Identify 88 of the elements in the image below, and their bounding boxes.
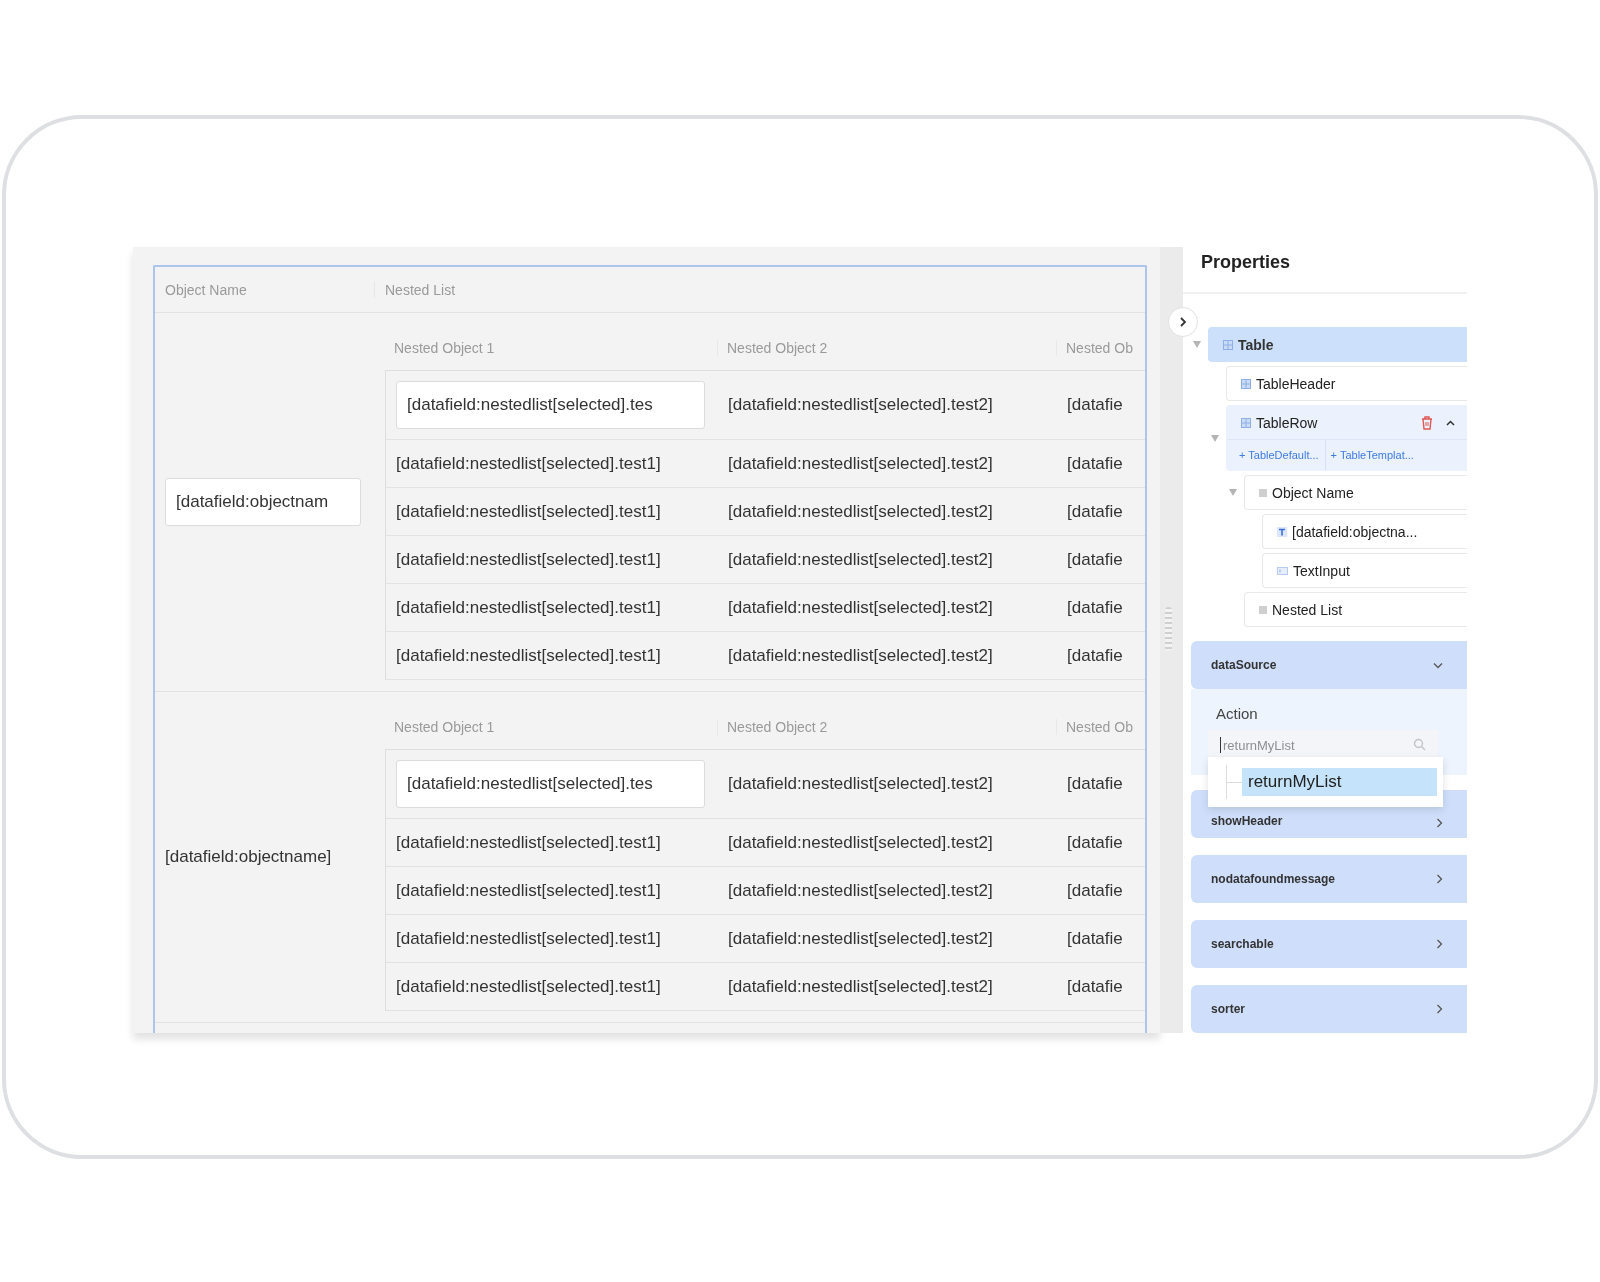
table-cell: [datafie	[1067, 880, 1123, 900]
tree-item-label: Object Name	[1272, 484, 1354, 501]
column-header: Nested Ob	[1056, 339, 1140, 356]
table-cell: [datafie	[1067, 976, 1123, 996]
column-header: Nested List	[384, 281, 456, 298]
panel-title: Properties	[1183, 247, 1467, 294]
table-cell: [datafield:nestedlist[selected].test2]	[728, 774, 993, 793]
column-header: Nested Object 2	[717, 339, 1056, 356]
chevron-right-icon	[1436, 874, 1443, 884]
table-cell: [datafield:nestedlist[selected].test2]	[728, 976, 993, 996]
add-slot-link[interactable]: + TableDefault...	[1227, 449, 1325, 461]
section-header[interactable]: dataSource	[1191, 641, 1467, 689]
table-cell: [datafield:nestedlist[selected].test2]	[728, 597, 993, 617]
tree-item[interactable]: TextInput	[1262, 553, 1467, 588]
caret-up-icon[interactable]	[1446, 419, 1455, 426]
table-cell: [datafield:nestedlist[selected].test1]	[396, 880, 661, 900]
tree-item[interactable]: [datafield:objectna...	[1262, 514, 1467, 549]
table-cell: [datafie	[1067, 928, 1123, 948]
table-cell: [datafie	[1067, 645, 1123, 665]
table-cell: [datafield:nestedlist[selected].test2]	[728, 832, 993, 852]
table-cell: [datafield:nestedlist[selected].test1]	[396, 645, 661, 665]
tree-item[interactable]: TableRow + TableDefault... + TableTemplat...	[1226, 405, 1467, 471]
table-cell: [datafield:nestedlist[selected].test2]	[728, 549, 993, 569]
expand-triangle-icon[interactable]	[1229, 489, 1237, 496]
tree-item[interactable]: Table	[1208, 327, 1467, 362]
table-cell: [datafield:nestedlist[selected].test2]	[728, 395, 993, 414]
section-header[interactable]: searchable	[1191, 920, 1467, 968]
table-cell: [datafie	[1067, 395, 1123, 414]
square-icon	[1259, 488, 1267, 497]
text-cursor	[1220, 737, 1221, 753]
tree-item[interactable]: Object Name	[1244, 475, 1467, 510]
table-cell: [datafield:nestedlist[selected].test2]	[728, 453, 993, 473]
trash-icon[interactable]	[1421, 415, 1433, 430]
column-header: Object Name	[155, 281, 375, 298]
grid-icon	[1241, 417, 1251, 428]
table-cell: [datafield:nestedlist[selected].test2]	[728, 645, 993, 665]
grip-handle[interactable]	[1165, 607, 1172, 651]
chevron-down-icon	[1433, 661, 1443, 669]
table-cell: [datafield:nestedlist[selected].test2]	[728, 501, 993, 521]
section-header[interactable]: sorter	[1191, 985, 1467, 1033]
field-label: Action	[1216, 705, 1259, 722]
square-icon	[1259, 605, 1267, 614]
chevron-right-icon	[1436, 939, 1443, 949]
column-header: Nested Object 2	[717, 718, 1056, 735]
table-cell: [datafie	[1067, 832, 1123, 852]
table-cell: [datafield:nestedlist[selected].test1]	[396, 501, 661, 521]
chevron-right-icon	[1436, 1004, 1443, 1014]
section-header[interactable]: nodatafoundmessage	[1191, 855, 1467, 903]
table-cell: [datafie	[1067, 501, 1123, 521]
expand-triangle-icon[interactable]	[1193, 341, 1201, 348]
tree-item-label: TextInput	[1293, 562, 1350, 579]
grid-icon	[1223, 339, 1233, 350]
table-cell: [datafield:nestedlist[selected].test1]	[396, 549, 661, 569]
tree-item[interactable]: Nested List	[1244, 592, 1467, 627]
tree-item-label: TableHeader	[1256, 375, 1336, 392]
grid-icon	[1241, 378, 1251, 389]
table-cell: [datafie	[1067, 549, 1123, 569]
search-field[interactable]: returnMyList	[1208, 730, 1438, 760]
text-icon	[1277, 526, 1287, 537]
text-input[interactable]: [datafield:nestedlist[selected].tes	[396, 381, 705, 429]
search-icon	[1413, 738, 1426, 751]
table-cell: [datafield:nestedlist[selected].test1]	[396, 453, 661, 473]
column-header: Nested Object 1	[393, 718, 496, 735]
text-input[interactable]: [datafield:objectnam	[165, 478, 361, 526]
dropdown-option[interactable]: returnMyList	[1242, 768, 1437, 796]
column-header: Nested Ob	[1056, 718, 1140, 735]
chevron-right-icon	[1436, 818, 1443, 828]
add-slot-link[interactable]: + TableTemplat...	[1324, 440, 1420, 470]
chevron-right-icon	[1178, 316, 1188, 328]
table-cell: [datafield:nestedlist[selected].test1]	[396, 928, 661, 948]
table-cell: [datafield:objectname]	[165, 847, 332, 867]
table-cell: [datafie	[1067, 597, 1123, 617]
table-cell: [datafield:nestedlist[selected].test2]	[728, 928, 993, 948]
tree-item[interactable]: TableHeader	[1226, 366, 1467, 401]
expand-triangle-icon[interactable]	[1211, 434, 1219, 442]
table-cell: [datafield:nestedlist[selected].test1]	[396, 597, 661, 617]
input-icon	[1277, 566, 1288, 575]
tree-item-label: Nested List	[1272, 601, 1343, 618]
table-cell: [datafield:nestedlist[selected].test1]	[396, 832, 661, 852]
tree-item-label: Table	[1238, 336, 1274, 353]
table-cell: [datafie	[1067, 453, 1123, 473]
column-header: Nested Object 1	[393, 339, 496, 356]
text-input[interactable]: [datafield:nestedlist[selected].tes	[396, 760, 705, 808]
tree-item-label: TableRow	[1256, 414, 1318, 431]
tree-item-label: [datafield:objectna...	[1292, 523, 1418, 540]
table-cell: [datafie	[1067, 774, 1123, 793]
table-cell: [datafield:nestedlist[selected].test1]	[396, 976, 661, 996]
table-cell: [datafield:nestedlist[selected].test2]	[728, 880, 993, 900]
